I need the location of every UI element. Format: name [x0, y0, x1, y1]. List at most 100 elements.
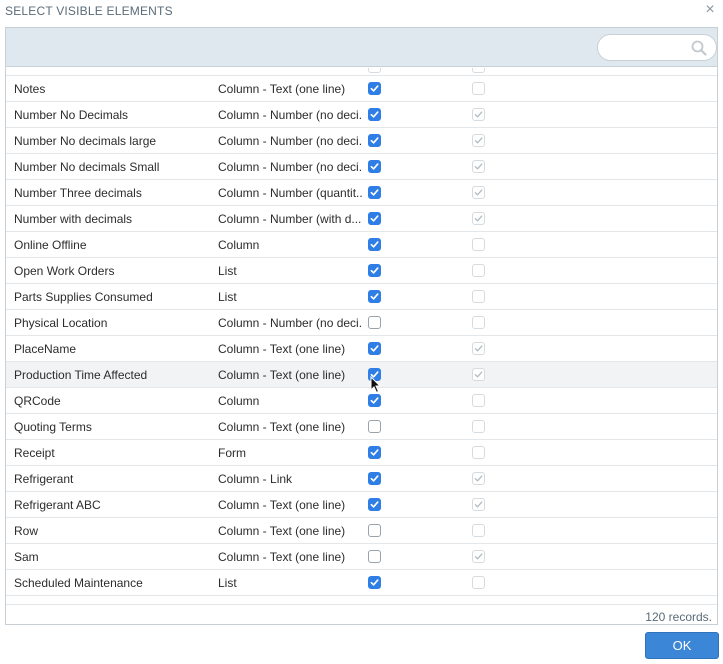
search-icon[interactable]: [691, 40, 707, 56]
mouse-cursor-icon: [370, 376, 382, 394]
element-type: Column - Link: [218, 472, 293, 486]
element-name: Sam: [14, 550, 39, 564]
secondary-checkbox: [472, 316, 485, 329]
element-type: List: [218, 290, 237, 304]
table-row[interactable]: Refrigerant Column - Link: [6, 466, 717, 492]
element-type: Column - Text (one line): [218, 342, 346, 356]
visible-checkbox[interactable]: [368, 342, 381, 355]
visible-checkbox[interactable]: [368, 498, 381, 511]
search-input[interactable]: [608, 39, 688, 56]
secondary-checkbox: [472, 238, 485, 251]
table-row[interactable]: Number No decimals large Column - Number …: [6, 128, 717, 154]
element-type: Column - Number (no deci...: [218, 134, 362, 148]
visible-checkbox[interactable]: [368, 316, 381, 329]
visible-checkbox[interactable]: [368, 550, 381, 563]
visible-checkbox[interactable]: [368, 394, 381, 407]
table-row[interactable]: Row Column - Text (one line): [6, 518, 717, 544]
secondary-checkbox: [472, 420, 485, 433]
secondary-checkbox: [472, 264, 485, 277]
element-type: Column - Text (one line): [218, 524, 346, 538]
table-row[interactable]: Number with decimals Column - Number (wit…: [6, 206, 717, 232]
element-type: Column - Number (no deci...: [218, 160, 362, 174]
visible-checkbox[interactable]: [368, 238, 381, 251]
element-name: Quoting Terms: [14, 420, 92, 434]
element-name: Notes: [14, 82, 46, 96]
table-row[interactable]: Receipt Form: [6, 440, 717, 466]
element-type: Column: [218, 394, 260, 408]
secondary-checkbox: [472, 524, 485, 537]
visible-checkbox[interactable]: [368, 420, 381, 433]
secondary-checkbox: [472, 82, 485, 95]
element-type: Column: [218, 238, 260, 252]
table-row[interactable]: Open Work Orders List: [6, 258, 717, 284]
element-name: Number No Decimals: [14, 108, 129, 122]
ok-button[interactable]: OK: [645, 632, 719, 659]
element-name: Physical Location: [14, 316, 108, 330]
element-type: Column - Text (one line): [218, 82, 346, 96]
table-row[interactable]: Scheduled Maintenance List: [6, 570, 717, 596]
element-name: Parts Supplies Consumed: [14, 290, 153, 304]
dialog-title: SELECT VISIBLE ELEMENTS: [5, 4, 173, 18]
element-name: PlaceName: [14, 342, 77, 356]
secondary-checkbox: [472, 342, 485, 355]
secondary-checkbox: [472, 290, 485, 303]
visible-checkbox[interactable]: [368, 472, 381, 485]
table-row[interactable]: Number No decimals Small Column - Number …: [6, 154, 717, 180]
table-row[interactable]: PlaceName Column - Text (one line): [6, 336, 717, 362]
element-name: Number with decimals: [14, 212, 133, 226]
table-row[interactable]: Physical Location Column - Number (no dec…: [6, 310, 717, 336]
visible-checkbox[interactable]: [368, 108, 381, 121]
visible-checkbox[interactable]: [368, 160, 381, 173]
element-name: Production Time Affected: [14, 368, 148, 382]
secondary-checkbox: [472, 212, 485, 225]
table-row[interactable]: Refrigerant ABC Column - Text (one line): [6, 492, 717, 518]
secondary-checkbox: [472, 368, 485, 381]
element-name: Number No decimals large: [14, 134, 157, 148]
table-row[interactable]: Notes Column - Text (one line): [6, 76, 717, 102]
visible-checkbox[interactable]: [368, 264, 381, 277]
visible-checkbox[interactable]: [368, 212, 381, 225]
visible-checkbox[interactable]: [368, 82, 381, 95]
element-name: Receipt: [14, 446, 55, 460]
visible-checkbox[interactable]: [368, 290, 381, 303]
secondary-checkbox: [472, 576, 485, 589]
element-type: Column - Number (quantit...: [218, 186, 362, 200]
close-icon[interactable]: ×: [702, 2, 718, 20]
elements-list[interactable]: Notes Column - Text (one line) Number No D…: [6, 68, 717, 604]
secondary-checkbox: [472, 550, 485, 563]
visible-checkbox[interactable]: [368, 524, 381, 537]
visible-checkbox[interactable]: [368, 446, 381, 459]
element-type: Column - Text (one line): [218, 420, 346, 434]
table-row[interactable]: Quoting Terms Column - Text (one line): [6, 414, 717, 440]
panel-footer: 120 records.: [6, 604, 717, 624]
panel-header: [6, 28, 717, 67]
search-box[interactable]: [597, 34, 717, 61]
secondary-checkbox: [472, 160, 485, 173]
element-name: Refrigerant ABC: [14, 498, 101, 512]
element-type: Column - Text (one line): [218, 550, 346, 564]
element-name: Online Offline: [14, 238, 87, 252]
element-name: Number Three decimals: [14, 186, 142, 200]
table-row[interactable]: Sam Column - Text (one line): [6, 544, 717, 570]
table-row[interactable]: Production Time Affected Column - Text (o…: [6, 362, 717, 388]
table-row[interactable]: Online Offline Column: [6, 232, 717, 258]
element-type: Column - Number (with d...: [218, 212, 362, 226]
elements-panel: Notes Column - Text (one line) Number No D…: [5, 27, 718, 625]
visible-checkbox[interactable]: [368, 134, 381, 147]
element-name: Row: [14, 524, 39, 538]
secondary-checkbox: [472, 134, 485, 147]
table-row[interactable]: Number No Decimals Column - Number (no de…: [6, 102, 717, 128]
secondary-checkbox: [472, 186, 485, 199]
element-name: Open Work Orders: [14, 264, 115, 278]
secondary-checkbox: [472, 108, 485, 121]
table-row[interactable]: QRCode Column: [6, 388, 717, 414]
secondary-checkbox: [472, 446, 485, 459]
element-type: List: [218, 576, 237, 590]
visible-checkbox: [368, 68, 381, 73]
visible-checkbox[interactable]: [368, 186, 381, 199]
table-row[interactable]: Number Three decimals Column - Number (qu…: [6, 180, 717, 206]
visible-checkbox[interactable]: [368, 576, 381, 589]
element-type: Column - Number (no deci...: [218, 108, 362, 122]
element-name: Refrigerant: [14, 472, 74, 486]
table-row[interactable]: Parts Supplies Consumed List: [6, 284, 717, 310]
